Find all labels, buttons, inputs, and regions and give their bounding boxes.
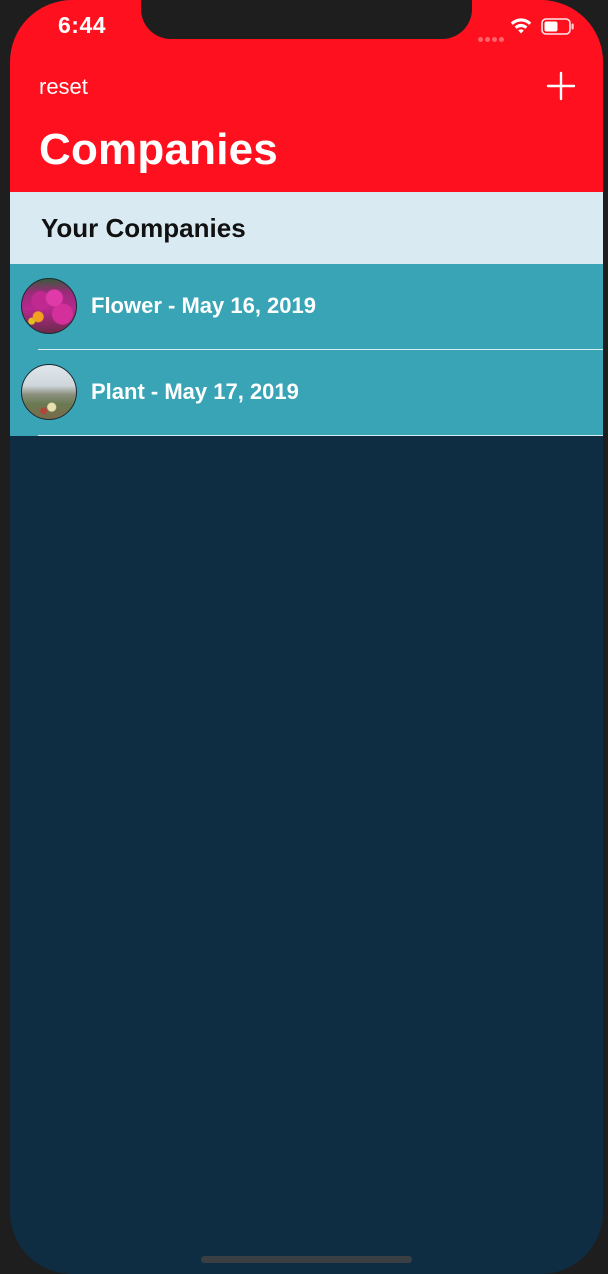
companies-list: Flower - May 16, 2019 Plant - May 17, 20… bbox=[10, 264, 603, 436]
phone-screen: 6:44 reset Companies Your Companies Flow… bbox=[10, 0, 603, 1274]
page-title: Companies bbox=[39, 125, 278, 174]
section-header: Your Companies bbox=[10, 192, 603, 264]
plus-icon[interactable] bbox=[546, 71, 576, 101]
home-indicator[interactable] bbox=[201, 1256, 412, 1263]
company-row[interactable]: Plant - May 17, 2019 bbox=[10, 350, 603, 436]
status-time: 6:44 bbox=[58, 12, 107, 38]
company-row[interactable]: Flower - May 16, 2019 bbox=[10, 264, 603, 350]
section-title: Your Companies bbox=[41, 213, 246, 243]
row-separator bbox=[38, 435, 603, 436]
company-label: Plant - May 17, 2019 bbox=[91, 379, 299, 404]
navigation-bar: 6:44 reset Companies bbox=[10, 0, 603, 192]
wifi-icon bbox=[510, 18, 532, 34]
company-label: Flower - May 16, 2019 bbox=[91, 293, 316, 318]
company-avatar bbox=[21, 364, 77, 420]
company-avatar bbox=[21, 278, 77, 334]
battery-icon bbox=[541, 18, 574, 35]
cellular-signal-icon bbox=[478, 29, 506, 42]
reset-button[interactable]: reset bbox=[39, 74, 88, 100]
notch bbox=[141, 0, 472, 39]
